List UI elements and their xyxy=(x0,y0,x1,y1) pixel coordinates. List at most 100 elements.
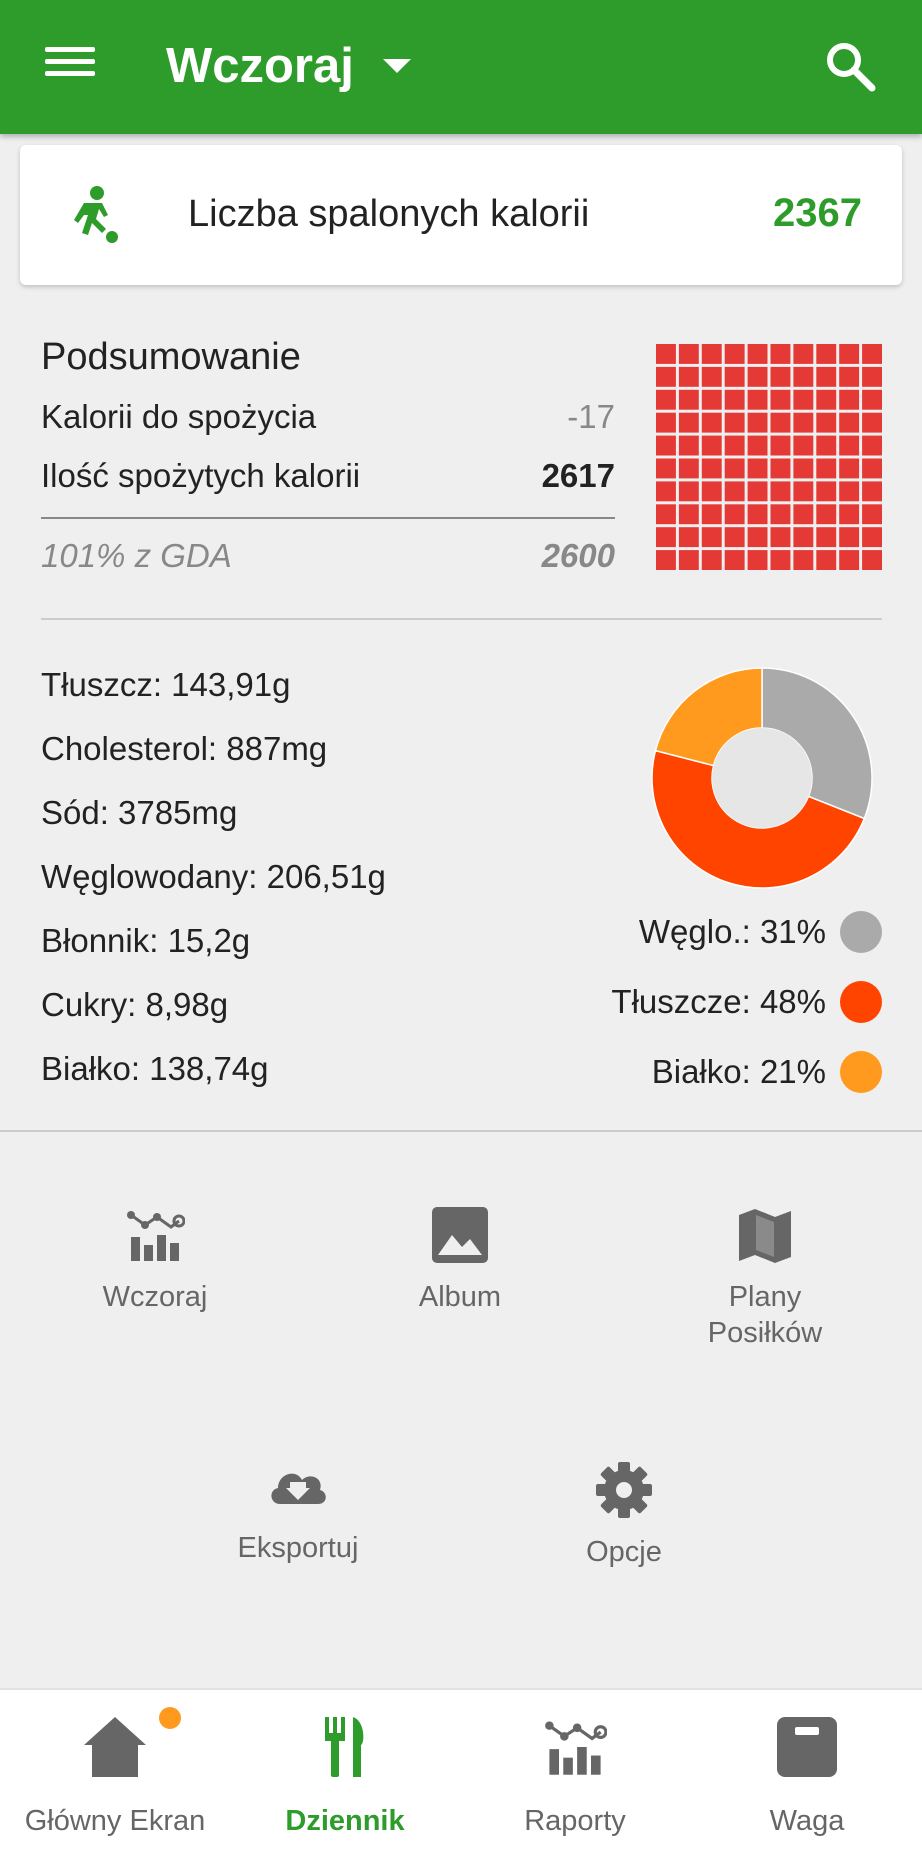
grid-cell xyxy=(793,527,814,548)
nav-home[interactable]: Główny Ekran xyxy=(0,1690,230,1857)
grid-cell xyxy=(862,344,882,364)
grid-cell xyxy=(701,504,722,525)
grid-cell xyxy=(862,366,882,387)
grid-cell xyxy=(816,366,837,387)
grid-cell xyxy=(770,527,791,548)
grid-cell xyxy=(747,435,768,456)
grid-cell xyxy=(701,481,722,502)
chart-icon xyxy=(127,1211,185,1261)
grid-cell xyxy=(701,412,722,433)
grid-cell xyxy=(678,481,699,502)
grid-cell xyxy=(816,389,837,410)
grid-cell xyxy=(862,435,882,456)
legend-label: Tłuszcze: 48% xyxy=(611,983,826,1020)
action-label: Plany Posiłków xyxy=(655,1279,875,1351)
summary-row-consumed: Ilość spożytych kalorii 2617 xyxy=(41,457,615,495)
app-bar: Wczoraj xyxy=(0,0,922,134)
grid-cell xyxy=(724,527,745,548)
grid-cell xyxy=(839,550,860,570)
grid-cell xyxy=(747,504,768,525)
cloud-download-icon xyxy=(271,1473,326,1504)
nutrient-protein: Białko: 138,74g xyxy=(41,1050,269,1087)
nav-label: Główny Ekran xyxy=(24,1805,206,1837)
grid-cell xyxy=(656,550,676,570)
grid-cell xyxy=(816,550,837,570)
legend-dot-fat xyxy=(840,981,882,1023)
summary-value: 2600 xyxy=(541,537,615,574)
grid-cell xyxy=(656,458,676,479)
grid-cell xyxy=(701,344,722,364)
grid-cell xyxy=(770,550,791,570)
grid-cell xyxy=(770,389,791,410)
burned-calories-card[interactable]: Liczba spalonych kalorii 2367 xyxy=(20,145,902,285)
summary-value: 2617 xyxy=(541,457,615,494)
grid-cell xyxy=(701,366,722,387)
grid-cell xyxy=(793,389,814,410)
legend-carbs: Węglo.: 31% xyxy=(639,911,882,953)
grid-cell xyxy=(656,389,676,410)
action-album[interactable]: Album xyxy=(350,1205,570,1315)
grid-cell xyxy=(770,366,791,387)
grid-cell xyxy=(747,389,768,410)
grid-cell xyxy=(656,481,676,502)
menu-icon-line xyxy=(45,71,95,76)
legend-protein: Białko: 21% xyxy=(652,1051,882,1093)
chart-icon xyxy=(545,1721,607,1775)
action-export[interactable]: Eksportuj xyxy=(188,1460,408,1566)
grid-cell xyxy=(770,412,791,433)
action-meal-plans[interactable]: Plany Posiłków xyxy=(655,1205,875,1351)
grid-cell xyxy=(816,435,837,456)
grid-cell xyxy=(793,504,814,525)
dropdown-arrow-icon[interactable] xyxy=(383,59,411,75)
summary-label: 101% z GDA xyxy=(41,537,232,574)
action-label-line2: Posiłków xyxy=(707,1317,823,1349)
grid-cell xyxy=(724,458,745,479)
grid-cell xyxy=(701,550,722,570)
grid-cell xyxy=(656,366,676,387)
nav-label: Raporty xyxy=(524,1805,626,1837)
grid-cell xyxy=(862,389,882,410)
nav-weight[interactable]: Waga xyxy=(692,1690,922,1857)
nav-reports[interactable]: Raporty xyxy=(460,1690,690,1857)
grid-cell xyxy=(770,458,791,479)
grid-cell xyxy=(816,527,837,548)
burned-calories-value: 2367 xyxy=(773,191,862,235)
nav-label: Dziennik xyxy=(285,1805,405,1837)
grid-cell xyxy=(724,366,745,387)
action-yesterday[interactable]: Wczoraj xyxy=(45,1205,265,1315)
grid-cell xyxy=(747,412,768,433)
section-divider xyxy=(0,1130,922,1132)
grid-cell xyxy=(839,389,860,410)
legend-label: Białko: 21% xyxy=(651,1053,826,1090)
grid-cell xyxy=(747,527,768,548)
action-label: Eksportuj xyxy=(237,1532,359,1564)
menu-button[interactable] xyxy=(40,40,100,90)
grid-cell xyxy=(701,527,722,548)
notification-badge xyxy=(159,1707,181,1729)
grid-cell xyxy=(839,481,860,502)
nav-diary[interactable]: Dziennik xyxy=(230,1690,460,1857)
calorie-grid-chart xyxy=(656,344,882,570)
grid-cell xyxy=(678,344,699,364)
action-label: Wczoraj xyxy=(102,1281,208,1313)
date-title[interactable]: Wczoraj xyxy=(166,38,354,94)
action-label: Album xyxy=(418,1281,502,1313)
scale-icon xyxy=(777,1717,837,1777)
grid-cell xyxy=(862,481,882,502)
grid-cell xyxy=(724,344,745,364)
grid-cell xyxy=(862,412,882,433)
runner-icon xyxy=(74,186,118,243)
summary-row-remaining: Kalorii do spożycia -17 xyxy=(41,398,615,436)
grid-cell xyxy=(656,527,676,548)
action-options[interactable]: Opcje xyxy=(514,1460,734,1570)
summary-row-gda: 101% z GDA 2600 xyxy=(41,537,615,575)
grid-cell xyxy=(747,550,768,570)
summary-divider xyxy=(41,517,615,519)
nutrient-carbs: Węglowodany: 206,51g xyxy=(41,858,386,895)
grid-cell xyxy=(747,458,768,479)
search-icon[interactable] xyxy=(822,38,878,94)
nav-label: Waga xyxy=(769,1805,845,1837)
grid-cell xyxy=(862,504,882,525)
home-icon xyxy=(84,1717,146,1777)
bottom-navigation: Główny Ekran Dziennik Raporty Waga xyxy=(0,1688,922,1857)
